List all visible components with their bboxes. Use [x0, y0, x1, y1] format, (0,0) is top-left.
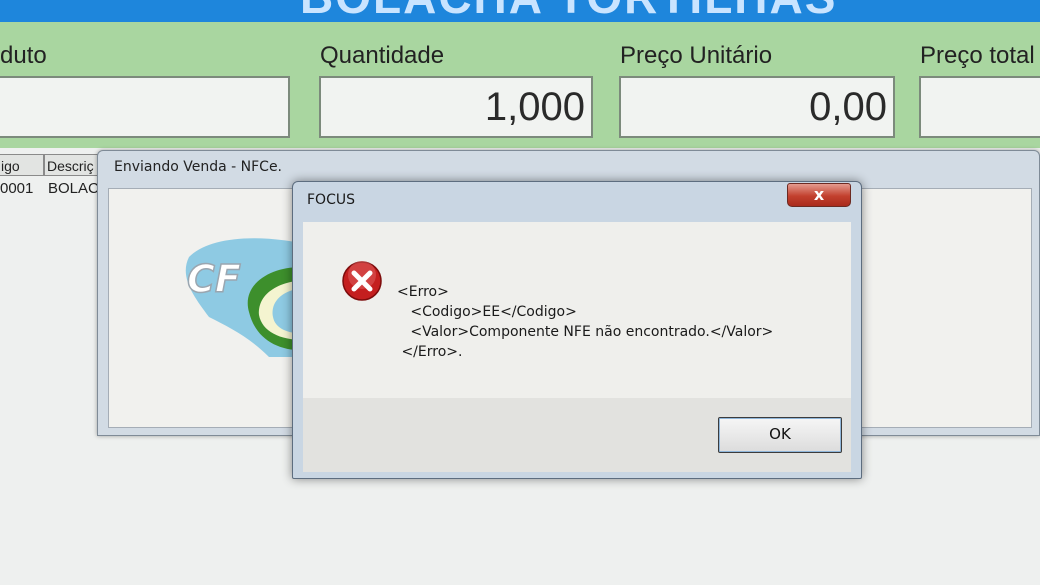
close-icon: x: [813, 185, 825, 204]
dialog-title: FOCUS: [307, 192, 355, 208]
dialog-message-area: <Erro> <Codigo>EE</Codigo> <Valor>Compon…: [303, 222, 851, 398]
grid-cell-codigo[interactable]: 0001: [0, 178, 44, 200]
ok-button[interactable]: OK: [718, 417, 842, 453]
logo-text: CF: [187, 257, 241, 301]
banner-title: BOLACHA TORTILHAS: [300, 0, 837, 22]
quantidade-label: Quantidade: [320, 42, 445, 69]
title-banner: BOLACHA TORTILHAS: [0, 0, 1040, 22]
error-icon: [342, 261, 382, 301]
grid-cell-descricao[interactable]: BOLAC: [48, 178, 104, 200]
sending-sale-window-title: Enviando Venda - NFCe.: [114, 159, 283, 175]
message-line: <Valor>Componente NFE não encontrado.</V…: [397, 324, 774, 340]
message-line: </Erro>.: [397, 344, 463, 360]
message-line: <Erro>: [397, 284, 449, 300]
preco-unitario-label: Preço Unitário: [620, 42, 773, 69]
close-button[interactable]: x: [787, 183, 851, 207]
error-dialog: FOCUS x <Erro> <Codigo>EE</Codigo> <Valo…: [292, 181, 862, 479]
sale-form: duto Quantidade 1,000 Preço Unitário 0,0…: [0, 22, 1040, 148]
produto-label: duto: [0, 42, 47, 69]
dialog-button-bar: OK: [303, 398, 851, 472]
quantidade-field[interactable]: 1,000: [319, 76, 593, 138]
preco-total-field[interactable]: [919, 76, 1040, 138]
message-line: <Codigo>EE</Codigo>: [397, 304, 577, 320]
preco-unitario-field[interactable]: 0,00: [619, 76, 895, 138]
preco-total-label: Preço total: [920, 42, 1035, 69]
grid-header-codigo[interactable]: igo: [0, 154, 44, 176]
produto-field[interactable]: [0, 76, 290, 138]
